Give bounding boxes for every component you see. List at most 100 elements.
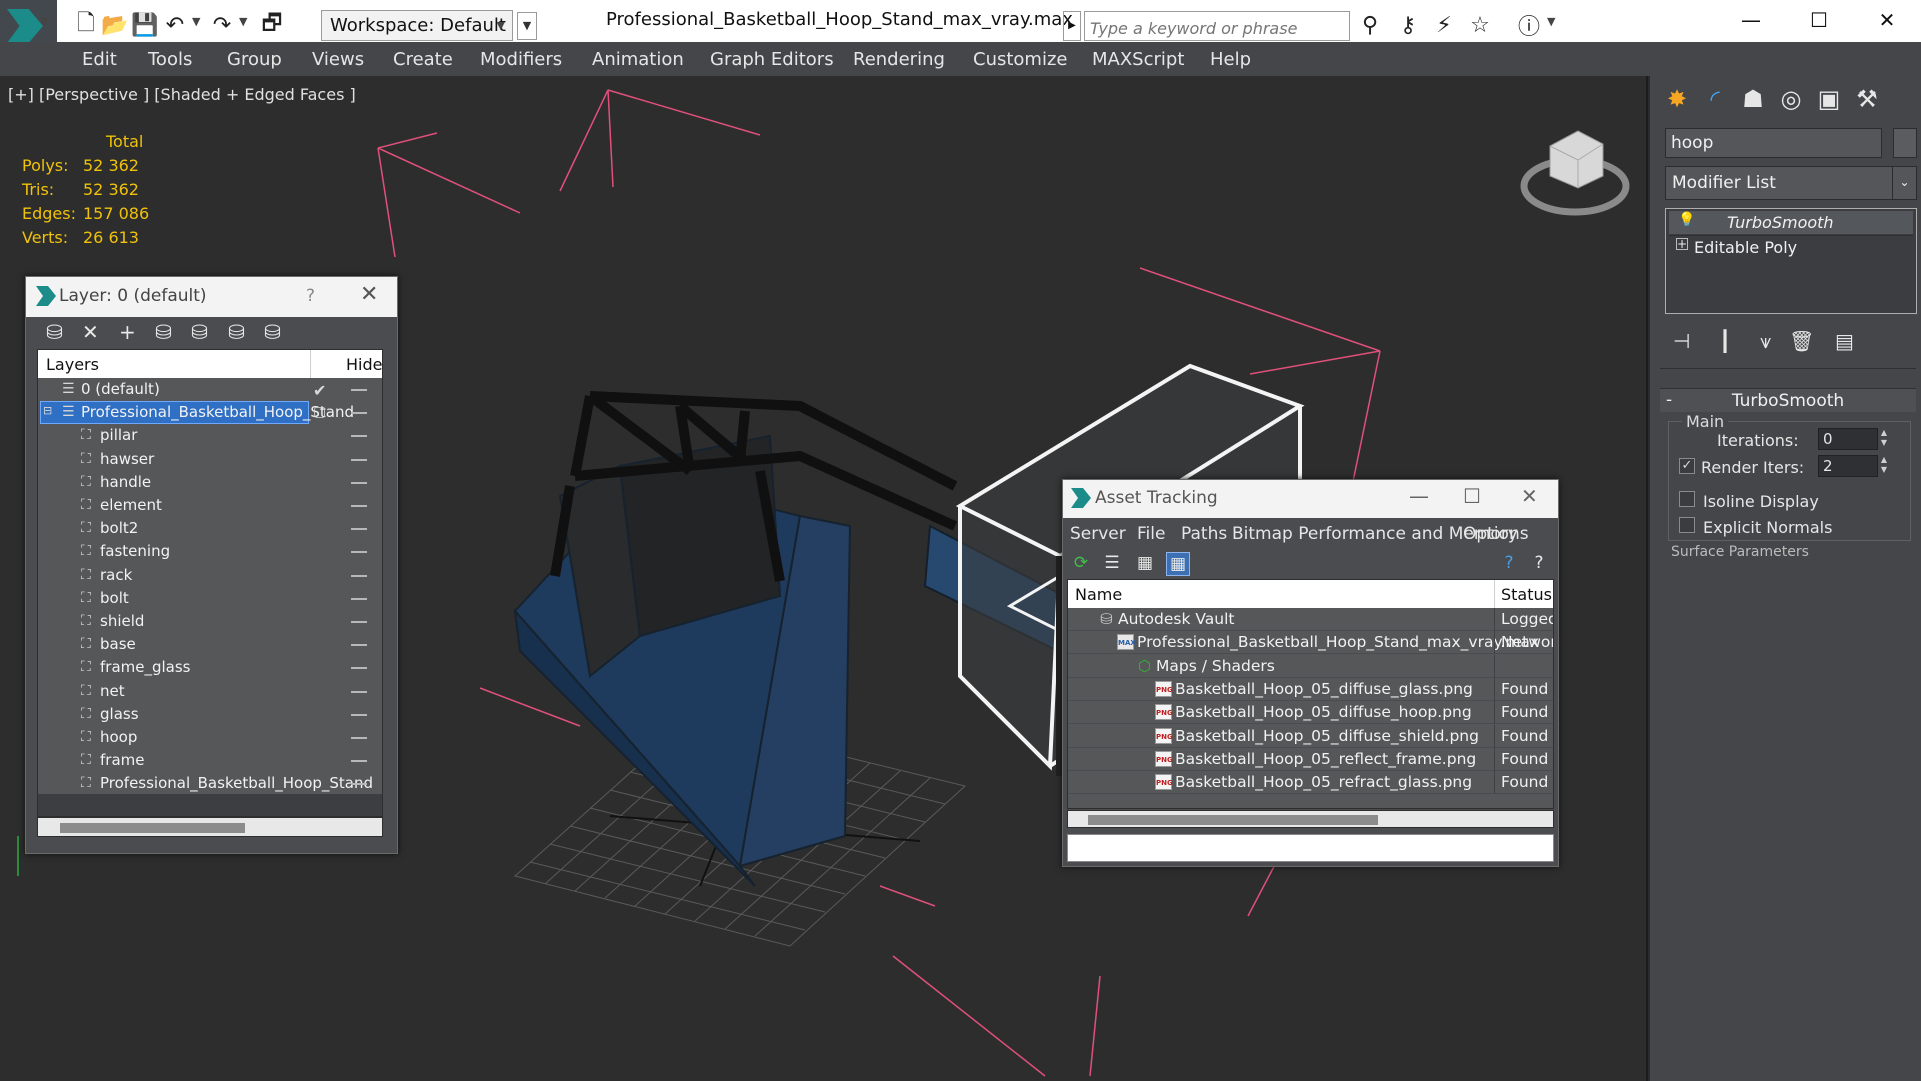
menu-options[interactable]: Options — [1463, 524, 1529, 544]
object-row[interactable]: ⛶ pillar — [38, 424, 382, 447]
object-row[interactable]: ⛶ glass — [38, 703, 382, 726]
add-to-layer-icon[interactable]: ⛁ — [191, 320, 208, 344]
create-layer-icon[interactable]: + — [119, 320, 136, 344]
delete-layer-icon[interactable]: ✕ — [82, 320, 99, 344]
menu-help[interactable]: Help — [1210, 49, 1251, 70]
set-active-layer-icon[interactable]: ▢ — [313, 404, 326, 420]
select-layer-objects-icon[interactable]: ⛁ — [155, 320, 172, 344]
active-layer-check-icon[interactable]: ✔ — [313, 381, 326, 400]
asset-row[interactable]: MAX Professional_Basketball_Hoop_Stand_ma… — [1068, 631, 1553, 655]
hide-toggle[interactable] — [351, 644, 367, 647]
help-dropdown-icon[interactable]: ▼ — [1547, 15, 1555, 28]
project-folder-icon[interactable]: 🗗 — [258, 11, 286, 39]
close-window-button[interactable]: ✕ — [1852, 0, 1921, 40]
spinner-arrows-icon[interactable]: ▲ ▼ — [1878, 428, 1890, 450]
object-color-swatch[interactable] — [1893, 128, 1917, 158]
make-unique-icon[interactable]: ⩛ — [1760, 329, 1771, 353]
column-hide[interactable]: Hide — [346, 355, 382, 374]
layer-horizontal-scrollbar[interactable] — [37, 817, 383, 837]
asset-row[interactable]: PNG Basketball_Hoop_05_refract_glass.png F… — [1068, 771, 1553, 795]
hide-toggle[interactable] — [351, 458, 367, 461]
hide-toggle[interactable] — [351, 621, 367, 623]
help-icon[interactable]: ? — [1497, 552, 1521, 576]
menu-customize[interactable]: Customize — [973, 49, 1067, 70]
hide-toggle[interactable] — [351, 690, 367, 693]
object-row[interactable]: ⛶ hoop — [38, 726, 382, 749]
object-row[interactable]: ⛶ handle — [38, 471, 382, 494]
object-row[interactable]: ⛶ hawser — [38, 448, 382, 471]
infocenter-expand-button[interactable]: ▶ — [1063, 11, 1081, 41]
layer-settings-icon[interactable]: ⛁ — [46, 320, 63, 344]
expand-plus-icon[interactable]: + — [1676, 238, 1688, 250]
asset-row[interactable]: PNG Basketball_Hoop_05_diffuse_shield.png… — [1068, 724, 1553, 748]
redo-icon[interactable]: ↷ — [208, 11, 236, 39]
app-menu-arrow-icon[interactable]: ▼ — [40, 15, 48, 28]
menu-file[interactable]: File — [1137, 524, 1165, 544]
asset-row[interactable]: PNG Basketball_Hoop_05_diffuse_hoop.png Fo… — [1068, 701, 1553, 725]
favorites-star-icon[interactable]: ☆ — [1466, 11, 1494, 39]
connect-icon[interactable]: ⚡ — [1430, 11, 1458, 39]
show-end-result-icon[interactable]: ┃ — [1719, 329, 1731, 353]
create-tab-sun-icon[interactable]: ✸ — [1660, 82, 1694, 116]
asset-row[interactable]: ⬡ Maps / Shaders — [1068, 654, 1553, 678]
configure-modifier-sets-icon[interactable]: ▤ — [1835, 329, 1854, 353]
list-view-icon[interactable]: ☰ — [1100, 552, 1124, 576]
maximize-icon[interactable]: ☐ — [1463, 484, 1481, 508]
render-iters-spinner[interactable] — [1818, 455, 1878, 477]
maximize-window-button[interactable]: ☐ — [1784, 0, 1854, 40]
hide-toggle[interactable] — [351, 713, 367, 716]
render-iters-checkbox[interactable]: ✓ — [1679, 458, 1695, 474]
object-row[interactable]: ⛶ frame_glass — [38, 656, 382, 679]
object-row[interactable]: ⛶ net — [38, 680, 382, 703]
filter-help-icon[interactable]: ? — [1527, 552, 1551, 576]
menu-views[interactable]: Views — [312, 49, 364, 70]
isoline-display-checkbox[interactable] — [1679, 491, 1695, 507]
column-status[interactable]: Status — [1501, 585, 1552, 604]
freeze-layer-icon[interactable]: ⛁ — [228, 320, 245, 344]
menu-tools[interactable]: Tools — [148, 49, 192, 70]
pin-stack-icon[interactable]: ⊣ — [1673, 329, 1690, 353]
menu-animation[interactable]: Animation — [592, 49, 684, 70]
collapse-icon[interactable]: ⊟ — [43, 404, 52, 417]
refresh-icon[interactable]: ⟳ — [1069, 552, 1093, 576]
new-file-icon[interactable]: 🗋 — [72, 11, 100, 39]
hide-toggle[interactable] — [351, 505, 367, 507]
quick-access-customize-button[interactable]: ▼ — [517, 12, 537, 40]
hide-toggle[interactable] — [351, 574, 367, 577]
asset-horizontal-scrollbar[interactable] — [1067, 810, 1554, 828]
hide-toggle[interactable] — [351, 783, 367, 786]
asset-row[interactable]: PNG Basketball_Hoop_05_diffuse_glass.png F… — [1068, 677, 1553, 701]
help-button[interactable]: ? — [306, 286, 315, 306]
hide-toggle[interactable] — [351, 667, 367, 670]
menu-rendering[interactable]: Rendering — [853, 49, 945, 70]
rollout-header[interactable]: - TurboSmooth — [1660, 388, 1916, 412]
binoculars-icon[interactable]: ⚲ — [1356, 11, 1384, 39]
object-row[interactable]: ⛶ bolt — [38, 587, 382, 610]
hide-toggle[interactable] — [351, 760, 367, 763]
remove-modifier-icon[interactable]: 🗑 — [1789, 329, 1814, 353]
object-row[interactable]: ⛶ element — [38, 494, 382, 517]
asset-row[interactable]: ⛁ Autodesk Vault Logged — [1068, 608, 1553, 631]
menu-create[interactable]: Create — [393, 49, 453, 70]
stack-item-turbosmooth[interactable]: 💡 TurboSmooth — [1669, 211, 1913, 234]
layer-row[interactable]: ⊟ ☰ Professional_Basketball_Hoop_Stand ▢ — [38, 401, 382, 425]
table-view-icon[interactable]: ▦ — [1166, 552, 1190, 576]
hide-toggle[interactable] — [351, 551, 367, 554]
close-icon[interactable]: ✕ — [360, 282, 378, 307]
motion-tab-icon[interactable]: ◎ — [1774, 82, 1808, 116]
workspace-selector[interactable]: Workspace: Default ▼ — [321, 10, 513, 41]
object-row[interactable]: ⛶ Professional_Basketball_Hoop_Stand — [38, 772, 382, 795]
minimize-icon[interactable]: — — [1409, 484, 1429, 508]
layer-row[interactable]: ☰ 0 (default) ✔ — [38, 378, 382, 401]
lightbulb-icon[interactable]: 💡 — [1678, 212, 1695, 228]
asset-path-field[interactable] — [1067, 834, 1554, 862]
menu-maxscript[interactable]: MAXScript — [1092, 49, 1184, 70]
hide-toggle[interactable] — [351, 597, 367, 600]
layer-properties-icon[interactable]: ⛁ — [264, 320, 281, 344]
close-icon[interactable]: ✕ — [1521, 484, 1538, 508]
object-row[interactable]: ⛶ shield — [38, 610, 382, 633]
asset-tracking-titlebar[interactable]: Asset Tracking — ☐ ✕ — [1063, 480, 1558, 518]
display-tab-icon[interactable]: ▣ — [1812, 82, 1846, 116]
menu-group[interactable]: Group — [227, 49, 282, 70]
hide-toggle[interactable] — [351, 481, 367, 484]
